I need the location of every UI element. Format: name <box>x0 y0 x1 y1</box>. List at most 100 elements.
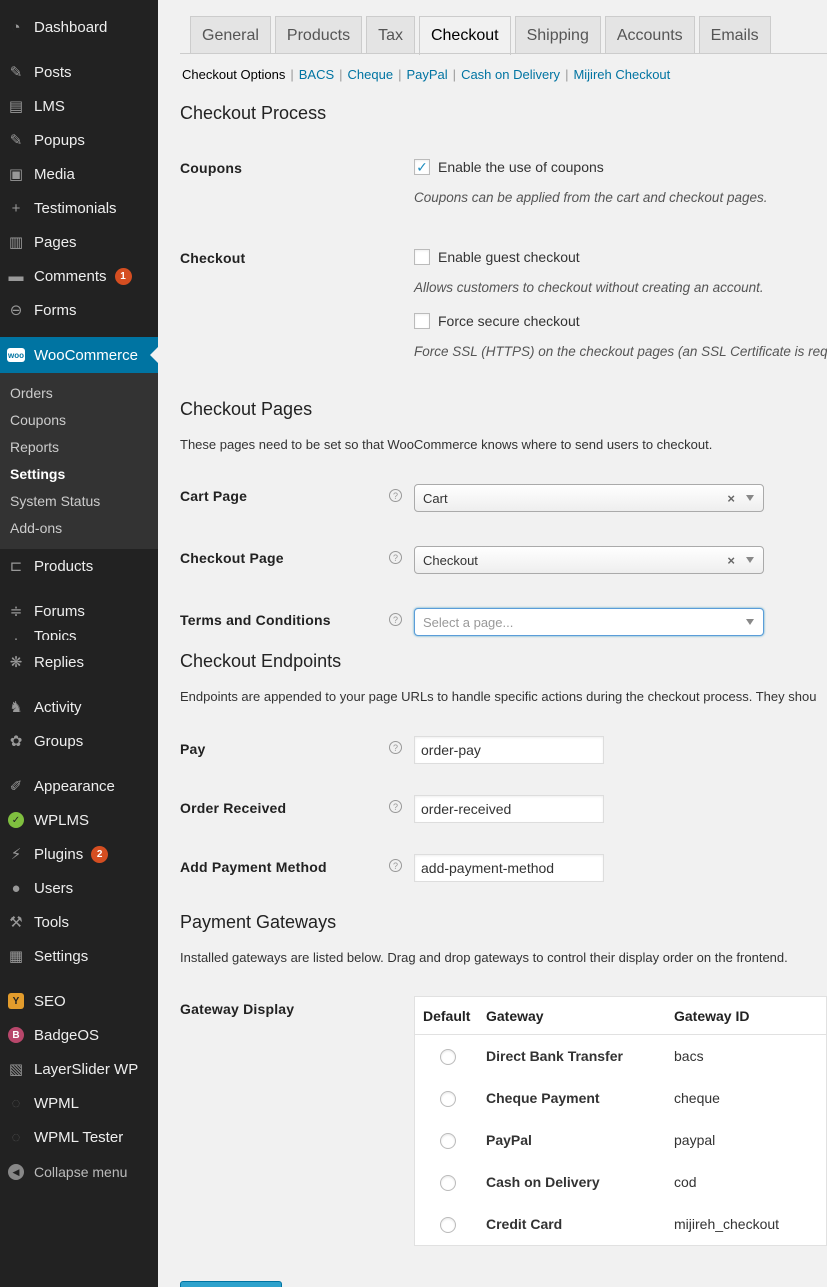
menu-products[interactable]: ⊏ Products <box>0 551 158 581</box>
menu-topics[interactable]: · Topics <box>0 628 158 640</box>
menu-popups[interactable]: ✎ Popups <box>0 125 158 155</box>
menu-appearance[interactable]: ✐ Appearance <box>0 771 158 801</box>
menu-lms[interactable]: ▤ LMS <box>0 91 158 121</box>
menu-wplms[interactable]: ✓ WPLMS <box>0 805 158 835</box>
menu-media-label: Media <box>34 165 75 183</box>
menu-pages[interactable]: ▥ Pages <box>0 227 158 257</box>
submenu-coupons[interactable]: Coupons <box>10 412 66 428</box>
menu-products-label: Products <box>34 557 94 575</box>
save-changes-button[interactable] <box>180 1281 282 1287</box>
checkout-page-select[interactable]: Checkout × <box>414 546 764 574</box>
menu-popups-label: Popups <box>34 131 85 149</box>
tab-tax[interactable]: Tax <box>366 16 415 54</box>
tab-emails[interactable]: Emails <box>698 16 771 54</box>
menu-dashboard[interactable]: ◔ Dashboard <box>0 12 158 42</box>
default-gateway-radio[interactable] <box>440 1175 456 1191</box>
pay-endpoint-input[interactable] <box>414 736 604 764</box>
help-icon[interactable]: ? <box>389 551 402 564</box>
menu-seo[interactable]: Y SEO <box>0 986 158 1016</box>
checkout-pages-description: These pages need to be set so that WooCo… <box>180 437 713 452</box>
menu-dashboard-label: Dashboard <box>34 18 108 36</box>
default-gateway-radio[interactable] <box>440 1217 456 1233</box>
terms-page-select[interactable]: Select a page... <box>414 608 764 636</box>
default-gateway-radio[interactable] <box>440 1049 456 1065</box>
subsection-cod[interactable]: Cash on Delivery <box>461 67 560 82</box>
submenu-add-ons[interactable]: Add-ons <box>10 520 62 536</box>
submenu-settings[interactable]: Settings <box>10 466 65 482</box>
enable-coupons-text: Enable the use of coupons <box>438 159 604 175</box>
submenu-reports[interactable]: Reports <box>10 439 59 455</box>
subsection-paypal[interactable]: PayPal <box>406 67 447 82</box>
menu-badgeos[interactable]: B BadgeOS <box>0 1020 158 1050</box>
replies-icon: ❋ <box>9 654 23 671</box>
subsection-cheque[interactable]: Cheque <box>348 67 394 82</box>
menu-wpml[interactable]: ◌ WPML <box>0 1088 158 1118</box>
help-icon[interactable]: ? <box>389 741 402 754</box>
gateway-row[interactable]: Cheque Payment cheque <box>415 1078 827 1120</box>
enable-coupons-checkbox[interactable]: ✓ <box>414 159 430 175</box>
help-icon[interactable]: ? <box>389 613 402 626</box>
menu-forms-label: Forms <box>34 301 77 319</box>
submenu-orders[interactable]: Orders <box>10 385 53 401</box>
menu-activity[interactable]: ♞ Activity <box>0 692 158 722</box>
menu-users[interactable]: ● Users <box>0 873 158 903</box>
menu-media[interactable]: ▣ Media <box>0 159 158 189</box>
menu-forums[interactable]: ≑ Forums <box>0 596 158 626</box>
menu-groups-label: Groups <box>34 732 84 750</box>
add-payment-method-endpoint-input[interactable] <box>414 854 604 882</box>
cart-page-select[interactable]: Cart × <box>414 484 764 512</box>
submenu-system-status[interactable]: System Status <box>10 493 100 509</box>
guest-checkout-checkbox[interactable] <box>414 249 430 265</box>
seo-icon: Y <box>6 991 26 1011</box>
menu-groups[interactable]: ✿ Groups <box>0 726 158 756</box>
default-gateway-radio[interactable] <box>440 1091 456 1107</box>
tab-general[interactable]: General <box>190 16 271 54</box>
tab-products[interactable]: Products <box>274 16 363 54</box>
help-icon[interactable]: ? <box>389 800 402 813</box>
menu-posts-label: Posts <box>34 63 72 81</box>
gateway-row[interactable]: Direct Bank Transfer bacs <box>415 1036 827 1078</box>
help-icon[interactable]: ? <box>389 859 402 872</box>
gateway-row[interactable]: Credit Card mijireh_checkout <box>415 1204 827 1246</box>
menu-plugins-label: Plugins <box>34 845 84 863</box>
tab-checkout[interactable]: Checkout <box>418 16 511 55</box>
menu-wplms-label: WPLMS <box>34 811 90 829</box>
clear-icon[interactable]: × <box>727 553 735 568</box>
secure-checkout-option[interactable]: Force secure checkout <box>414 313 580 329</box>
gateway-row[interactable]: PayPal paypal <box>415 1120 827 1162</box>
enable-coupons-option[interactable]: ✓ Enable the use of coupons <box>414 159 604 175</box>
column-gateway: Gateway <box>486 1008 544 1024</box>
menu-wpml-tester[interactable]: ◌ WPML Tester <box>0 1122 158 1152</box>
menu-testimonials[interactable]: + Testimonials <box>0 193 158 223</box>
help-icon[interactable]: ? <box>389 489 402 502</box>
plugins-count-badge: 2 <box>91 845 109 863</box>
menu-comments[interactable]: ▬ Comments 1 <box>0 261 158 291</box>
order-received-endpoint-input[interactable] <box>414 795 604 823</box>
menu-plugins[interactable]: ⚡ Plugins 2 <box>0 839 158 869</box>
coupons-label: Coupons <box>180 160 243 176</box>
gateway-row[interactable]: Cash on Delivery cod <box>415 1162 827 1204</box>
menu-layerslider[interactable]: ▧ LayerSlider WP <box>0 1054 158 1084</box>
tab-accounts[interactable]: Accounts <box>604 16 695 54</box>
menu-tools[interactable]: ⚒ Tools <box>0 907 158 937</box>
clear-icon[interactable]: × <box>727 491 735 506</box>
groups-icon: ✿ <box>9 733 23 750</box>
menu-topics-label: Topics <box>34 628 77 640</box>
menu-posts[interactable]: ✎ Posts <box>0 57 158 87</box>
secure-checkout-checkbox[interactable] <box>414 313 430 329</box>
collapse-menu-button[interactable]: ◀ Collapse menu <box>0 1157 158 1187</box>
subsection-checkout-options[interactable]: Checkout Options <box>182 67 285 82</box>
menu-woocommerce[interactable]: woo WooCommerce <box>0 337 158 373</box>
tab-shipping[interactable]: Shipping <box>514 16 601 54</box>
default-gateway-radio[interactable] <box>440 1133 456 1149</box>
gateway-id: bacs <box>674 1048 704 1064</box>
guest-checkout-option[interactable]: Enable guest checkout <box>414 249 580 265</box>
menu-forms[interactable]: ⊖ Forms <box>0 295 158 325</box>
menu-replies[interactable]: ❋ Replies <box>0 647 158 677</box>
column-gateway-id: Gateway ID <box>674 1008 750 1024</box>
settings-tabs: General Products Tax Checkout Shipping A… <box>190 16 775 55</box>
gateway-name: Direct Bank Transfer <box>486 1048 623 1064</box>
subsection-bacs[interactable]: BACS <box>299 67 334 82</box>
subsection-mijireh[interactable]: Mijireh Checkout <box>573 67 670 82</box>
menu-settings[interactable]: ▦ Settings <box>0 941 158 971</box>
